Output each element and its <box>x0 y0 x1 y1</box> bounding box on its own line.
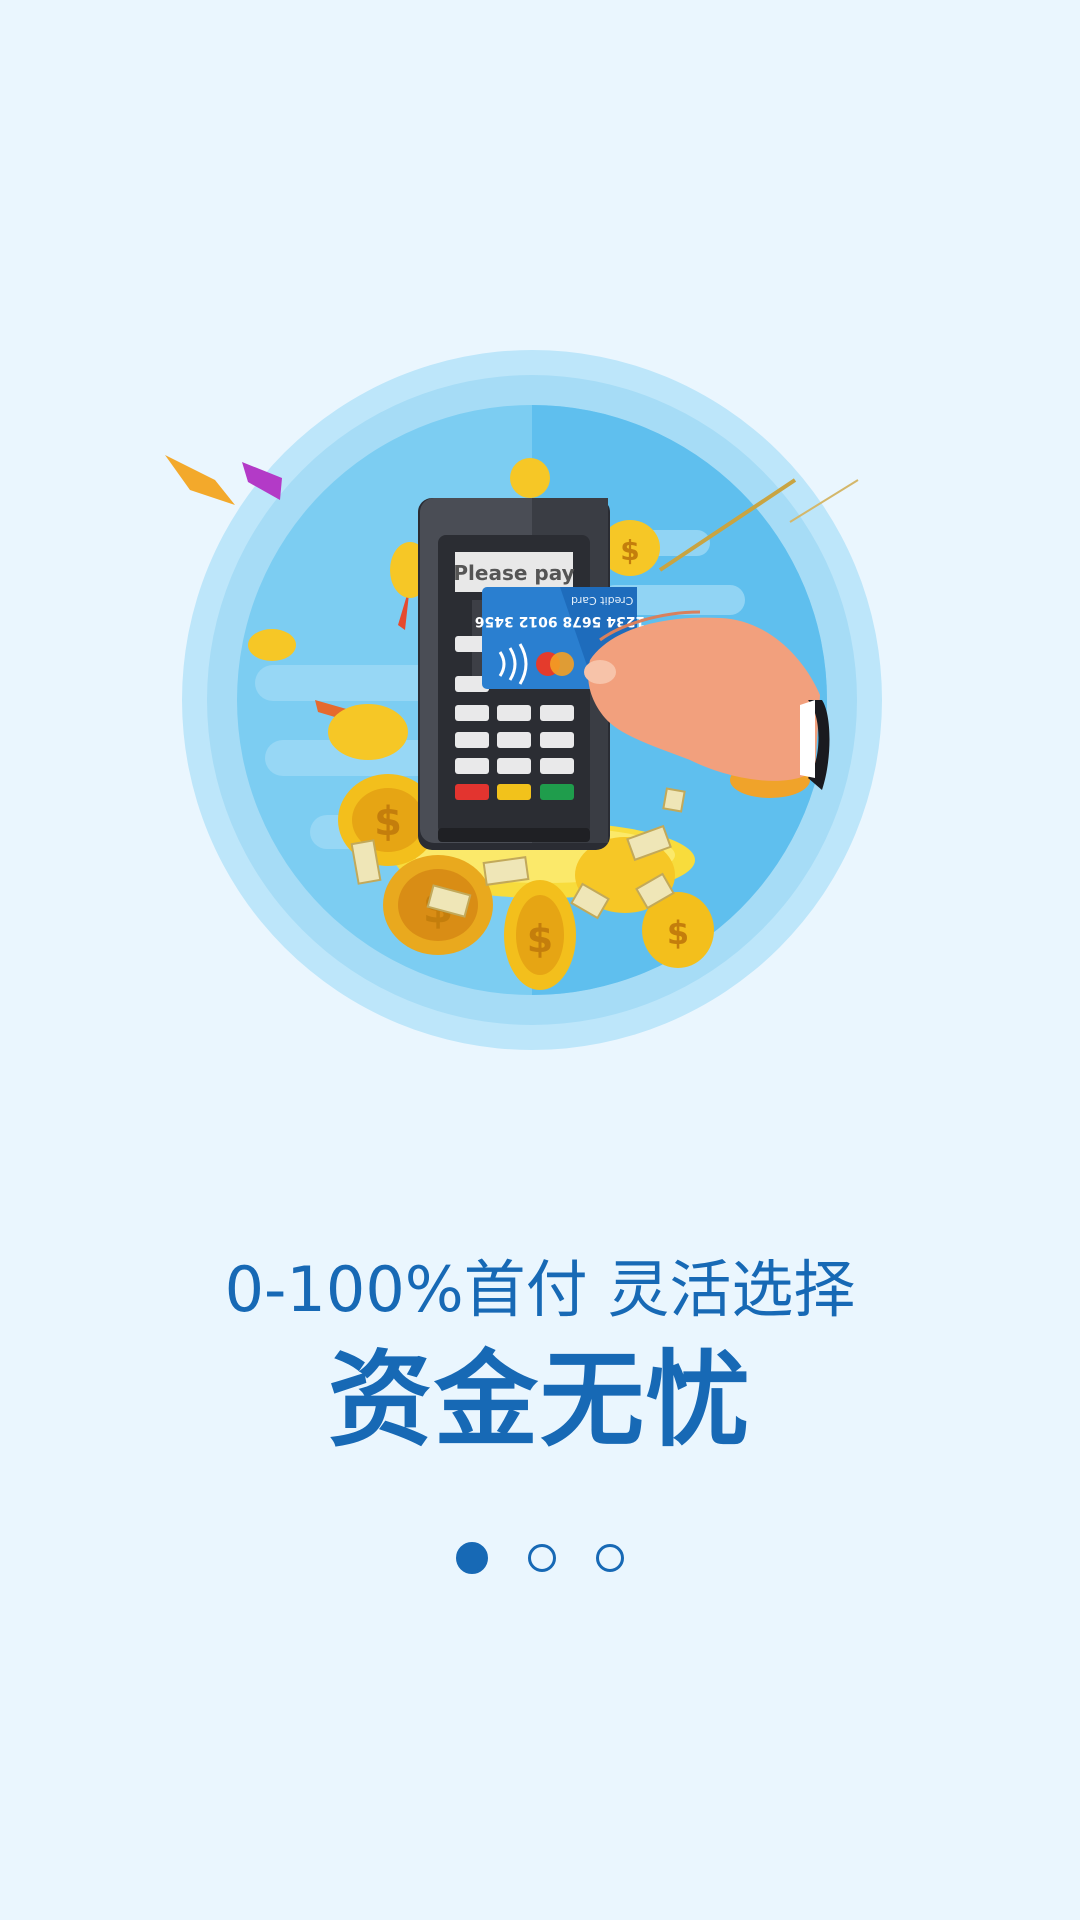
page-indicator-dot-2[interactable] <box>528 1544 556 1572</box>
onboarding-subtitle: 0-100%首付 灵活选择 <box>224 1253 856 1326</box>
onboarding-headline: 资金无忧 <box>327 1339 752 1461</box>
card-number: 1234 5678 9012 3456 <box>475 613 645 629</box>
svg-text:$: $ <box>667 914 689 952</box>
page-indicator-dot-3[interactable] <box>596 1544 624 1572</box>
onboarding-screen: $ $ $ $ $ <box>0 0 1080 1920</box>
svg-text:$: $ <box>620 534 639 567</box>
page-indicator <box>0 1542 1080 1574</box>
terminal-prompt: Please pay <box>453 561 574 585</box>
card-label: Credit Card <box>571 594 633 607</box>
payment-illustration: $ $ $ $ $ <box>165 350 882 1050</box>
svg-text:$: $ <box>527 917 553 961</box>
page-indicator-dot-1[interactable] <box>456 1542 488 1574</box>
svg-text:$: $ <box>374 799 402 845</box>
